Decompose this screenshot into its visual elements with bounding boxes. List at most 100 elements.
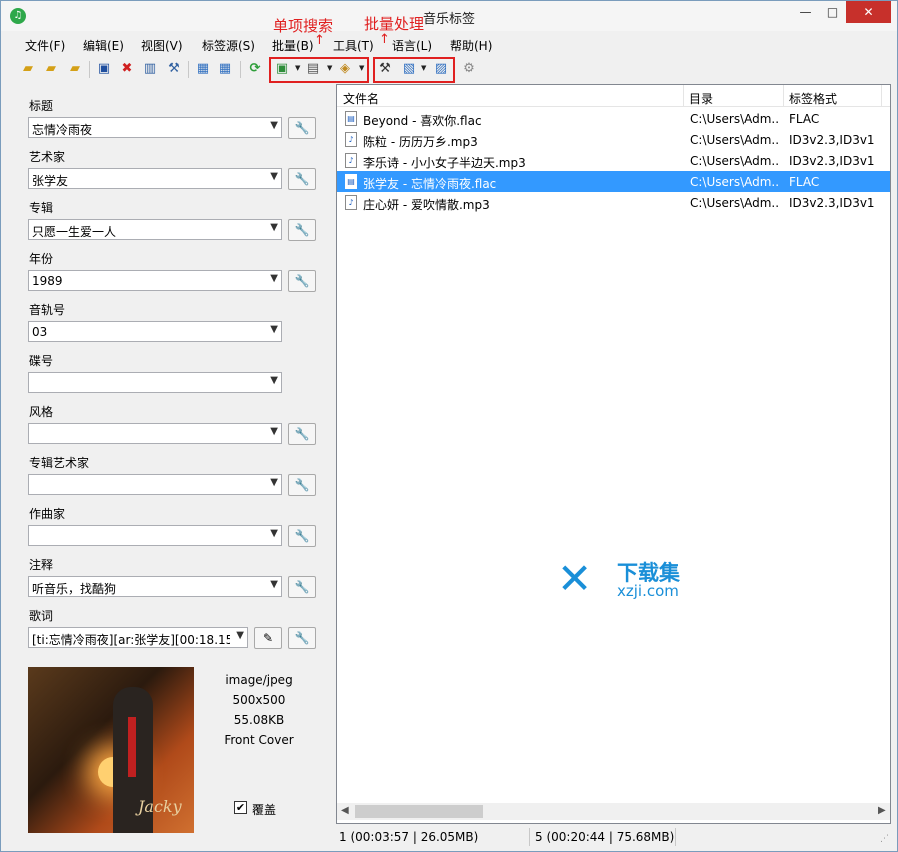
lyrics-edit-button[interactable]: ✎	[254, 627, 282, 649]
chevron-down-icon[interactable]: ▼	[270, 273, 278, 284]
window-title: 音乐标签	[422, 12, 475, 27]
column-tag-format[interactable]: 标签格式	[789, 90, 837, 107]
genre-search-button[interactable]: 🔧	[288, 423, 316, 445]
remove-icon[interactable]: ✖	[118, 60, 136, 78]
row-filename: 张学友 - 忘情冷雨夜.flac	[363, 177, 497, 191]
status-selected: 1 (00:03:57 | 26.05MB)	[339, 830, 479, 844]
menu-batch[interactable]: 批量(B)	[272, 37, 314, 54]
add-folder-icon[interactable]: ▰	[42, 60, 60, 78]
menu-tools[interactable]: 工具(T)	[333, 37, 374, 54]
composer-combo[interactable]: ▼	[28, 525, 282, 546]
chevron-down-icon[interactable]: ▼	[270, 477, 278, 488]
book-icon[interactable]: ▥	[141, 60, 159, 78]
table-row[interactable]: ▤ Beyond - 喜欢你.flac C:\Users\Adm... FLAC	[337, 108, 890, 129]
refresh-icon[interactable]: ⟳	[246, 60, 264, 78]
horizontal-scrollbar[interactable]: ◀ ▶	[337, 803, 890, 820]
album-label: 专辑	[29, 201, 54, 215]
menu-file[interactable]: 文件(F)	[25, 37, 65, 54]
table-view-icon[interactable]: ▦	[216, 60, 234, 78]
mp3-file-icon: ♪	[345, 153, 357, 168]
abc-tag-icon[interactable]: ▤	[304, 60, 322, 78]
chevron-down-icon[interactable]: ▼	[270, 222, 278, 233]
minimize-button[interactable]: —	[792, 1, 819, 23]
table-row[interactable]: ♪ 庄心妍 - 爱吹情散.mp3 C:\Users\Adm... ID3v2.3…	[337, 192, 890, 213]
chevron-down-icon[interactable]: ▼	[270, 120, 278, 131]
year-combo[interactable]: 1989 ▼	[28, 270, 282, 291]
open-folder-icon[interactable]: ▰	[19, 60, 37, 78]
disc-combo[interactable]: ▼	[28, 372, 282, 393]
toolbar: ▰ ▰ ▰ ▣ ✖ ▥ ⚒ ▦ ▦ ⟳ ▣ ▼ ▤ ▼ ◈ ▼ ⚒ ▧ ▼ ▨ …	[2, 56, 897, 84]
table-row[interactable]: ♪ 陈粒 - 历历万乡.mp3 C:\Users\Adm... ID3v2.3,…	[337, 129, 890, 150]
column-filename[interactable]: 文件名	[343, 90, 379, 107]
genre-label: 风格	[29, 405, 54, 419]
chevron-down-icon[interactable]: ▼	[295, 64, 300, 72]
chevron-down-icon[interactable]: ▼	[270, 579, 278, 590]
watermark-url: xzji.com	[617, 582, 679, 600]
scroll-left-icon[interactable]: ◀	[341, 805, 349, 816]
scroll-right-icon[interactable]: ▶	[878, 805, 886, 816]
title-combo[interactable]: 忘情冷雨夜 ▼	[28, 117, 282, 138]
chevron-down-icon[interactable]: ▼	[270, 171, 278, 182]
comment-combo[interactable]: 听音乐，找酷狗 ▼	[28, 576, 282, 597]
album-artist-search-button[interactable]: 🔧	[288, 474, 316, 496]
overwrite-checkbox[interactable]: ✔	[234, 801, 247, 814]
album-combo[interactable]: 只愿一生爱一人 ▼	[28, 219, 282, 240]
chevron-down-icon[interactable]: ▼	[270, 324, 278, 335]
track-label: 音轨号	[29, 303, 66, 317]
save-icon[interactable]: ▣	[95, 60, 113, 78]
album-cover-image[interactable]: Jacky	[28, 667, 194, 833]
table-row[interactable]: ♪ 李乐诗 - 小小女子半边天.mp3 C:\Users\Adm... ID3v…	[337, 150, 890, 171]
artist-combo[interactable]: 张学友 ▼	[28, 168, 282, 189]
menu-help[interactable]: 帮助(H)	[450, 37, 492, 54]
gear-icon[interactable]: ⚙	[460, 60, 478, 78]
resize-grip-icon[interactable]: ⋰	[880, 834, 889, 844]
menu-view[interactable]: 视图(V)	[141, 37, 183, 54]
artist-value: 张学友	[32, 174, 69, 188]
mp3-file-icon: ♪	[345, 132, 357, 147]
cover-type: Front Cover	[224, 733, 294, 747]
tools-icon[interactable]: ⚒	[376, 60, 394, 78]
column-directory[interactable]: 目录	[689, 90, 713, 107]
composer-search-button[interactable]: 🔧	[288, 525, 316, 547]
open-files-icon[interactable]: ▰	[66, 60, 84, 78]
row-filename: 庄心妍 - 爱吹情散.mp3	[363, 198, 490, 212]
chevron-down-icon[interactable]: ▼	[236, 630, 244, 641]
overwrite-label: 覆盖	[252, 803, 277, 817]
column-divider[interactable]	[683, 85, 684, 107]
chevron-down-icon[interactable]: ▼	[270, 375, 278, 386]
table-row-selected[interactable]: ▤ 张学友 - 忘情冷雨夜.flac C:\Users\Adm... FLAC	[337, 171, 890, 192]
menu-edit[interactable]: 编辑(E)	[83, 37, 124, 54]
track-combo[interactable]: 03 ▼	[28, 321, 282, 342]
tag-source-icon[interactable]: ◈	[336, 60, 354, 78]
album-artist-combo[interactable]: ▼	[28, 474, 282, 495]
chevron-down-icon[interactable]: ▼	[270, 528, 278, 539]
year-search-button[interactable]: 🔧	[288, 270, 316, 292]
close-button[interactable]: ✕	[846, 1, 891, 23]
genre-combo[interactable]: ▼	[28, 423, 282, 444]
title-bar[interactable]: ♫ 音乐标签 — □ ✕	[1, 1, 897, 31]
lyrics-search-button[interactable]: 🔧	[288, 627, 316, 649]
column-divider[interactable]	[783, 85, 784, 107]
status-divider	[529, 828, 530, 846]
chevron-down-icon[interactable]: ▼	[421, 64, 426, 72]
wrench-tool-icon[interactable]: ⚒	[165, 60, 183, 78]
copy-tag-icon[interactable]: ▨	[432, 60, 450, 78]
album-search-button[interactable]: 🔧	[288, 219, 316, 241]
menu-language[interactable]: 语言(L)	[392, 37, 432, 54]
comment-value: 听音乐，找酷狗	[32, 582, 117, 596]
chevron-down-icon[interactable]: ▼	[270, 426, 278, 437]
menu-tag-source[interactable]: 标签源(S)	[202, 37, 255, 54]
clipboard-icon[interactable]: ▧	[400, 60, 418, 78]
title-search-button[interactable]: 🔧	[288, 117, 316, 139]
comment-search-button[interactable]: 🔧	[288, 576, 316, 598]
chevron-down-icon[interactable]: ▼	[359, 64, 364, 72]
artist-search-button[interactable]: 🔧	[288, 168, 316, 190]
chevron-down-icon[interactable]: ▼	[327, 64, 332, 72]
maximize-button[interactable]: □	[819, 1, 846, 23]
grid-view-icon[interactable]: ▦	[194, 60, 212, 78]
scrollbar-thumb[interactable]	[355, 805, 483, 818]
import-tag-icon[interactable]: ▣	[273, 60, 291, 78]
year-label: 年份	[29, 252, 54, 266]
column-divider[interactable]	[881, 85, 882, 107]
lyrics-combo[interactable]: [ti:忘情冷雨夜][ar:张学友][00:18.15 ▼	[28, 627, 248, 648]
